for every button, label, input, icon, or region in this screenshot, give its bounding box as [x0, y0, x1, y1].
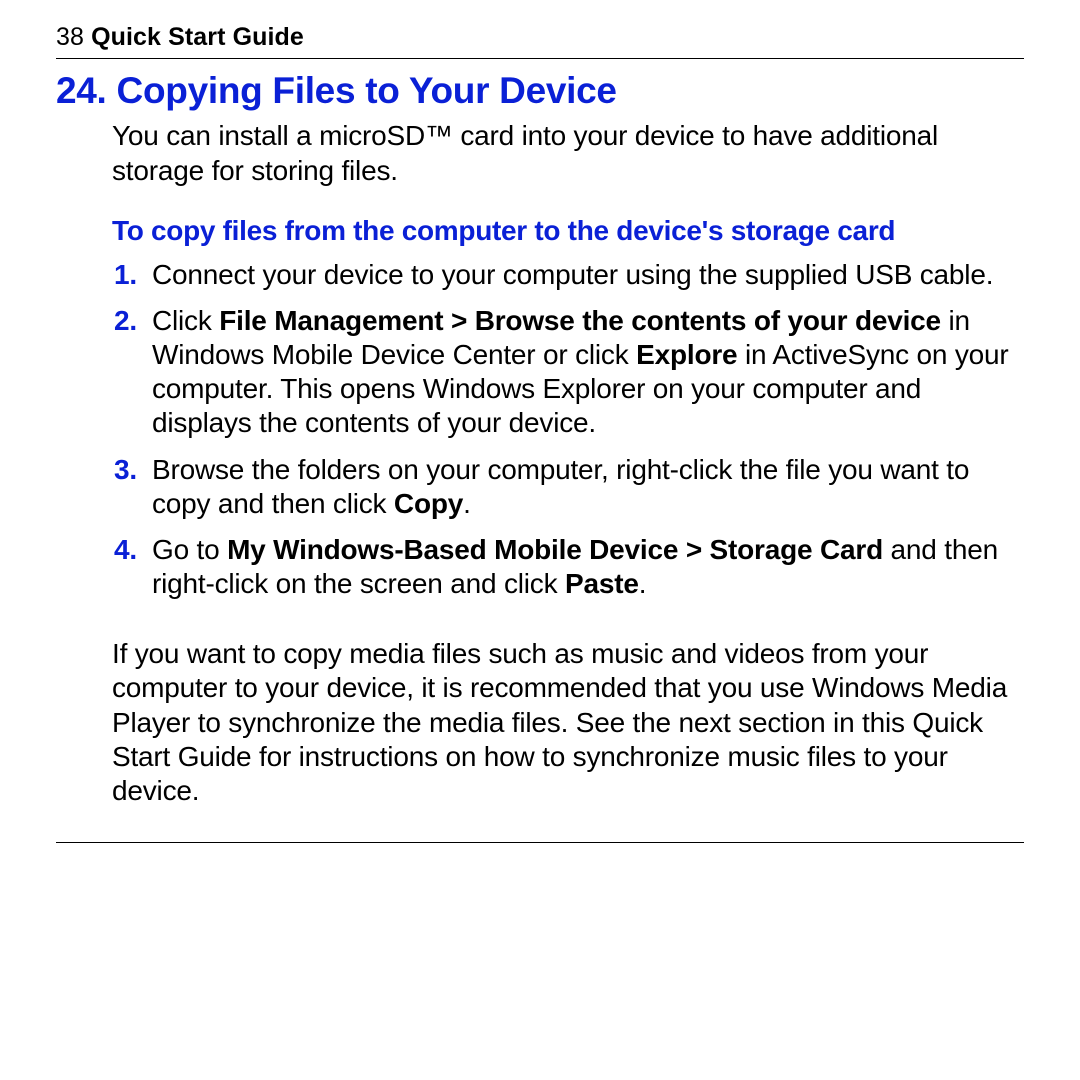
step-number: 1. — [114, 258, 137, 292]
step-bold-2: Explore — [636, 339, 737, 370]
section-heading: 24.Copying Files to Your Device — [56, 69, 1024, 113]
section-number: 24. — [56, 70, 107, 111]
footer-rule — [56, 842, 1024, 843]
step-number: 2. — [114, 304, 137, 338]
step-4: 4. Go to My Windows-Based Mobile Device … — [152, 533, 1024, 601]
step-text-leading: Go to — [152, 534, 227, 565]
header-title: Quick Start Guide — [91, 23, 304, 51]
step-number: 4. — [114, 533, 137, 567]
step-text-trailing: . — [463, 488, 471, 519]
closing-paragraph: If you want to copy media files such as … — [56, 637, 1024, 808]
step-text-leading: Browse the folders on your computer, rig… — [152, 454, 969, 519]
step-bold-1: Copy — [394, 488, 463, 519]
section-title: Copying Files to Your Device — [117, 70, 617, 111]
intro-paragraph: You can install a microSD™ card into you… — [56, 119, 1024, 187]
sub-heading: To copy files from the computer to the d… — [56, 214, 1024, 248]
step-text-trailing: . — [639, 568, 647, 599]
document-page: 38 Quick Start Guide 24.Copying Files to… — [0, 0, 1080, 869]
step-2: 2. Click File Management > Browse the co… — [152, 304, 1024, 441]
steps-list: 1. Connect your device to your computer … — [56, 258, 1024, 601]
step-3: 3. Browse the folders on your computer, … — [152, 453, 1024, 521]
step-bold-2: Paste — [565, 568, 639, 599]
step-number: 3. — [114, 453, 137, 487]
page-number: 38 — [56, 23, 84, 51]
header-rule — [56, 58, 1024, 59]
step-1: 1. Connect your device to your computer … — [152, 258, 1024, 292]
page-header: 38 Quick Start Guide — [56, 22, 1024, 52]
step-text: Connect your device to your computer usi… — [152, 259, 993, 290]
step-text-leading: Click — [152, 305, 219, 336]
step-bold-1: My Windows-Based Mobile Device > Storage… — [227, 534, 883, 565]
step-bold-1: File Management > Browse the contents of… — [219, 305, 941, 336]
